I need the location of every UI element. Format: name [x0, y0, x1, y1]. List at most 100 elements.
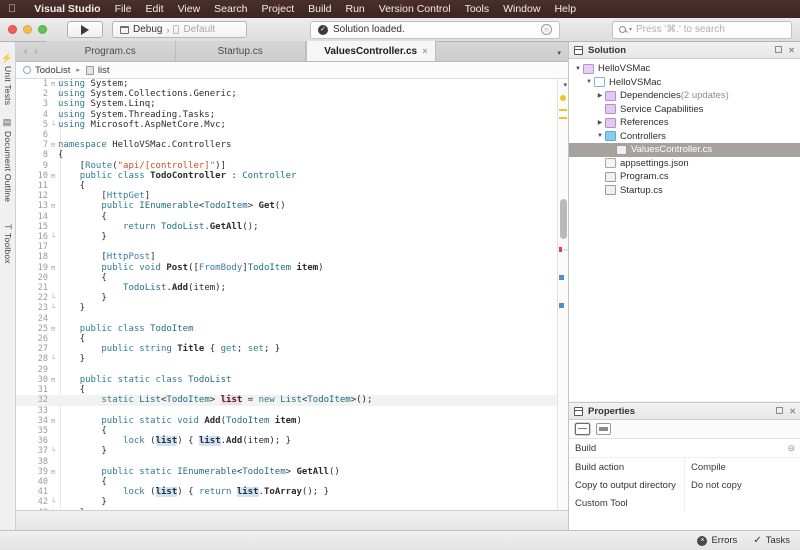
marker-reference[interactable] [559, 275, 564, 280]
fold-marker-icon[interactable] [48, 130, 58, 140]
search-dropdown-icon[interactable]: ▾ [629, 26, 632, 33]
tab-overflow-chevron-down-icon[interactable]: ▾ [557, 49, 568, 61]
menu-item-visual-studio[interactable]: Visual Studio [27, 3, 107, 15]
code-line[interactable]: 36 lock (list) { list.Add(item); } [16, 436, 568, 446]
code-line[interactable]: 17 [16, 242, 568, 252]
code-line-text[interactable]: { [58, 181, 568, 191]
code-line[interactable]: 15 return TodoList.GetAll(); [16, 222, 568, 232]
fold-marker-icon[interactable] [48, 385, 58, 395]
tree-item-hellovsmac[interactable]: ▼HelloVSMac [569, 62, 800, 76]
code-line[interactable]: 42└ } [16, 497, 568, 507]
close-window-button[interactable] [8, 25, 17, 34]
code-line-text[interactable]: public IEnumerable<TodoItem> Get() [58, 201, 568, 211]
code-line-text[interactable]: [HttpGet] [58, 191, 568, 201]
code-line[interactable]: 11 { [16, 181, 568, 191]
code-line[interactable]: 4using System.Threading.Tasks; [16, 110, 568, 120]
tree-item-service-capabilities[interactable]: Service Capabilities [569, 103, 800, 117]
code-line-text[interactable]: [Route("api/[controller]")] [58, 161, 568, 171]
menu-item-tools[interactable]: Tools [458, 3, 497, 15]
code-line-text[interactable] [58, 457, 568, 467]
properties-list-view-button[interactable] [575, 423, 590, 435]
property-row[interactable]: Custom Tool [569, 494, 800, 512]
fold-marker-icon[interactable]: ⊟ [48, 140, 58, 150]
code-line-text[interactable]: TodoList.Add(item); [58, 283, 568, 293]
property-value[interactable]: Do not copy [685, 476, 800, 494]
menu-item-help[interactable]: Help [547, 3, 583, 15]
editor-vertical-scrollbar[interactable] [560, 199, 567, 239]
code-line[interactable]: 33 [16, 406, 568, 416]
code-line[interactable]: 13⊟ public IEnumerable<TodoItem> Get() [16, 201, 568, 211]
sidebar-item-unit-tests[interactable]: ⚡ Unit Tests [0, 48, 16, 105]
fold-marker-icon[interactable] [48, 252, 58, 262]
code-line-text[interactable] [58, 130, 568, 140]
code-line-text[interactable]: { [58, 385, 568, 395]
code-line[interactable]: 25⊟ public class TodoItem [16, 324, 568, 334]
fold-marker-icon[interactable] [48, 334, 58, 344]
fold-marker-icon[interactable] [48, 487, 58, 497]
menu-item-window[interactable]: Window [496, 3, 547, 15]
marker-warning[interactable] [560, 95, 566, 101]
code-line[interactable]: 20 { [16, 273, 568, 283]
code-line-text[interactable]: using System.Collections.Generic; [58, 89, 568, 99]
fold-marker-icon[interactable] [48, 344, 58, 354]
code-line[interactable]: 27 public string Title { get; set; } [16, 344, 568, 354]
tab-program-cs[interactable]: Program.cs [46, 41, 176, 61]
fold-marker-icon[interactable] [48, 365, 58, 375]
code-line[interactable]: 32 static List<TodoItem> list = new List… [16, 395, 568, 405]
code-line-text[interactable]: public static class TodoList [58, 375, 568, 385]
marker-warning[interactable] [559, 109, 567, 111]
fold-marker-icon[interactable] [48, 150, 58, 160]
code-line-text[interactable] [58, 242, 568, 252]
fold-marker-icon[interactable] [48, 406, 58, 416]
minimize-window-button[interactable] [23, 25, 32, 34]
code-line[interactable]: 29 [16, 365, 568, 375]
code-line[interactable]: 35 { [16, 426, 568, 436]
tree-item-dependencies[interactable]: ▶Dependencies (2 updates) [569, 89, 800, 103]
code-line-text[interactable]: public class TodoController : Controller [58, 171, 568, 181]
menu-item-edit[interactable]: Edit [139, 3, 171, 15]
marker-reference[interactable] [559, 303, 564, 308]
code-line[interactable]: 14 { [16, 212, 568, 222]
code-line-text[interactable]: } [58, 303, 568, 313]
property-row[interactable]: Build actionCompile [569, 458, 800, 476]
fold-marker-icon[interactable] [48, 191, 58, 201]
code-line[interactable]: 39⊟ public static IEnumerable<TodoItem> … [16, 467, 568, 477]
configuration-selector[interactable]: Debug › Default [112, 21, 247, 38]
fold-marker-icon[interactable] [48, 436, 58, 446]
tab-startup-cs[interactable]: Startup.cs [176, 41, 306, 61]
code-line-text[interactable]: { [58, 477, 568, 487]
fold-marker-icon[interactable] [48, 99, 58, 109]
fold-marker-icon[interactable]: └ [48, 120, 58, 130]
code-editor[interactable]: 1⊟using System;2using System.Collections… [16, 79, 568, 530]
fold-marker-icon[interactable]: ⊟ [48, 171, 58, 181]
fold-marker-icon[interactable]: └ [48, 293, 58, 303]
fold-marker-icon[interactable] [48, 212, 58, 222]
chevron-down-icon[interactable]: ▼ [573, 66, 583, 72]
sidebar-item-toolbox[interactable]: T Toolbox [0, 220, 16, 263]
chevron-down-icon[interactable]: ▼ [595, 133, 605, 139]
menu-item-run[interactable]: Run [339, 3, 372, 15]
code-line-text[interactable]: } [58, 354, 568, 364]
code-line[interactable]: 34⊟ public static void Add(TodoItem item… [16, 416, 568, 426]
menu-item-search[interactable]: Search [207, 3, 254, 15]
code-line[interactable]: 31 { [16, 385, 568, 395]
fold-marker-icon[interactable] [48, 110, 58, 120]
close-icon[interactable]: ✕ [788, 46, 795, 55]
collapse-icon[interactable]: ⊖ [787, 443, 795, 454]
code-line[interactable]: 24 [16, 314, 568, 324]
fold-marker-icon[interactable] [48, 222, 58, 232]
code-line-text[interactable]: namespace HelloVSMac.Controllers [58, 140, 568, 150]
properties-grid-view-button[interactable] [596, 423, 611, 435]
fold-marker-icon[interactable]: ⊟ [48, 467, 58, 477]
code-line[interactable]: 1⊟using System; [16, 79, 568, 89]
code-line[interactable]: 40 { [16, 477, 568, 487]
code-line-text[interactable] [58, 365, 568, 375]
fold-marker-icon[interactable] [48, 395, 58, 405]
menu-item-project[interactable]: Project [254, 3, 301, 15]
fold-marker-icon[interactable] [48, 181, 58, 191]
fold-marker-icon[interactable]: └ [48, 303, 58, 313]
fold-marker-icon[interactable]: ⊟ [48, 201, 58, 211]
code-scroll-region[interactable]: 1⊟using System;2using System.Collections… [16, 79, 568, 530]
code-line[interactable]: 28└ } [16, 354, 568, 364]
code-line[interactable]: 41 lock (list) { return list.ToArray(); … [16, 487, 568, 497]
